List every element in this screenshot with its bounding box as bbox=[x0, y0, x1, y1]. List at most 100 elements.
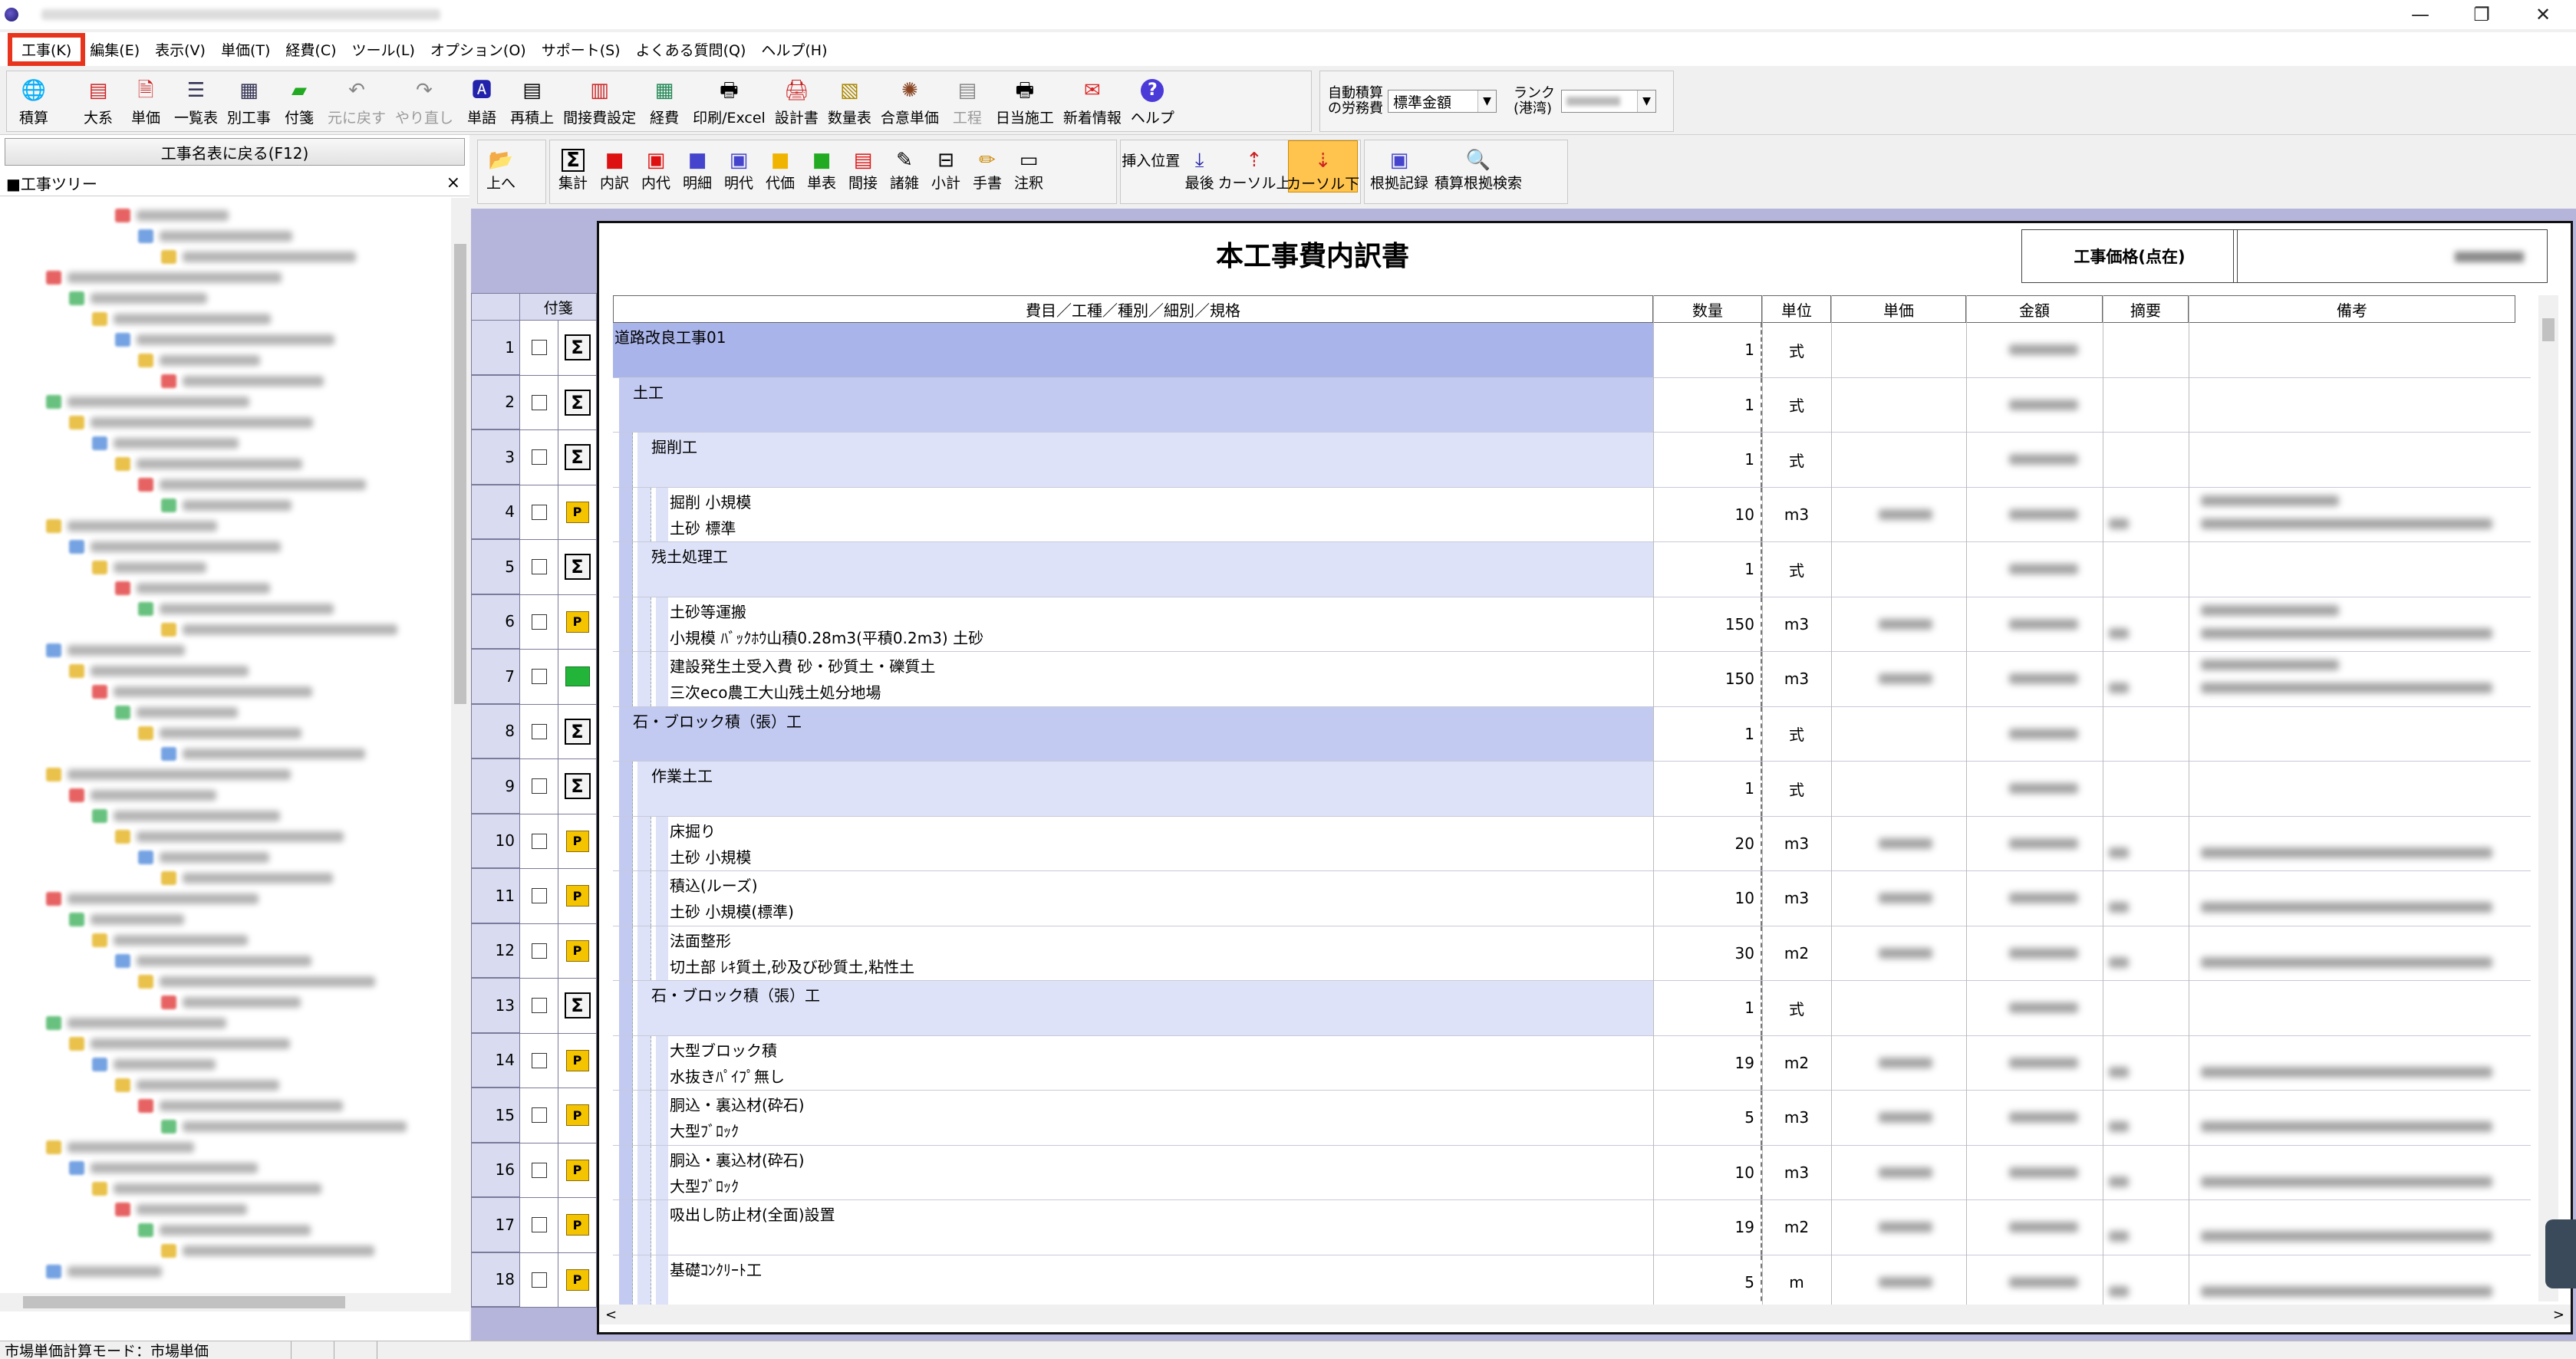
item-name-cell[interactable]: 床掘り 土砂 小規模 bbox=[668, 816, 1653, 870]
quantity-cell[interactable]: 10 bbox=[1653, 1145, 1762, 1199]
sticky-checkbox[interactable] bbox=[520, 923, 558, 978]
unit-cell[interactable]: m2 bbox=[1762, 1036, 1831, 1091]
quantity-cell[interactable]: 1 bbox=[1653, 542, 1762, 597]
tree-item[interactable] bbox=[69, 785, 216, 805]
item-name-cell[interactable]: 法面整形 切土部 ﾚｷ質土,砂及び砂質土,粘性土 bbox=[668, 926, 1653, 980]
menu-edit[interactable]: 編集(E) bbox=[82, 39, 147, 60]
tree-item[interactable] bbox=[115, 206, 229, 225]
sticky-checkbox[interactable] bbox=[520, 430, 558, 485]
quantity-cell[interactable]: 1 bbox=[1653, 433, 1762, 487]
table-row[interactable]: 道路改良工事01 1 式 bbox=[613, 323, 2531, 378]
row-type-cell[interactable]: P bbox=[558, 923, 597, 978]
row-header[interactable]: 5Σ bbox=[471, 540, 597, 595]
row-header[interactable]: 14 P bbox=[471, 1033, 597, 1088]
unit-cell[interactable]: m3 bbox=[1762, 652, 1831, 706]
auto-labor-select[interactable]: 標準金額 ▼ bbox=[1388, 90, 1497, 113]
tree-item[interactable] bbox=[138, 1220, 311, 1240]
indirect-button[interactable]: ▤ 間接 bbox=[842, 140, 884, 191]
tree-item[interactable] bbox=[161, 247, 356, 267]
internal-substitute-button[interactable]: ▣ 内代 bbox=[635, 140, 677, 191]
tree-item[interactable] bbox=[138, 599, 334, 619]
sticky-checkbox[interactable] bbox=[520, 1143, 558, 1197]
estimate-button[interactable]: 🌐 積算 bbox=[10, 71, 58, 127]
row-type-cell[interactable]: Σ bbox=[558, 979, 597, 1033]
tree-item[interactable] bbox=[115, 703, 238, 722]
row-header[interactable]: 13 Σ bbox=[471, 979, 597, 1034]
quantity-cell[interactable]: 1 bbox=[1653, 377, 1762, 432]
schedule-button[interactable]: ▤ 工程 bbox=[944, 71, 991, 127]
tree-item[interactable] bbox=[92, 1179, 321, 1199]
row-header[interactable]: 15 P bbox=[471, 1088, 597, 1143]
table-row[interactable]: 掘削工 1 式 bbox=[613, 433, 2531, 488]
basis-search-button[interactable]: 🔍 積算根拠検索 bbox=[1431, 140, 1525, 191]
tree-item[interactable] bbox=[138, 1096, 343, 1116]
scroll-thumb[interactable] bbox=[454, 244, 466, 704]
table-row[interactable]: 吸出し防止材(全面)設置 19 m2 bbox=[613, 1200, 2531, 1255]
table-row[interactable]: 基礎ｺﾝｸﾘｰﾄ工 5 m bbox=[613, 1255, 2531, 1310]
tree-horizontal-scrollbar[interactable] bbox=[0, 1293, 451, 1311]
tree-item[interactable] bbox=[46, 640, 185, 660]
last-button[interactable]: ⤓ 最後 bbox=[1179, 140, 1220, 192]
table-row[interactable]: 大型ブロック積 水抜きﾊﾟｲﾌﾟ無し 19 m2 bbox=[613, 1035, 2531, 1091]
sticky-checkbox[interactable] bbox=[520, 375, 558, 429]
quantity-cell[interactable]: 5 bbox=[1653, 1091, 1762, 1145]
item-name-cell[interactable]: 石・ブロック積（張）工 bbox=[631, 706, 1653, 761]
tree-item[interactable] bbox=[138, 475, 366, 495]
memo-button[interactable]: ▭ 注釈 bbox=[1008, 140, 1049, 191]
other-work-button[interactable]: ▦ 別工事 bbox=[222, 71, 275, 127]
scroll-thumb[interactable] bbox=[2542, 318, 2555, 341]
basis-record-button[interactable]: ▣ 根拠記録 bbox=[1367, 140, 1431, 191]
print-button[interactable]: 🖶 印刷/Excel bbox=[688, 71, 770, 127]
row-type-cell[interactable]: Σ bbox=[558, 704, 597, 758]
sticky-checkbox[interactable] bbox=[520, 594, 558, 649]
detail-button[interactable]: ■ 明細 bbox=[677, 140, 718, 191]
row-type-cell[interactable]: P bbox=[558, 594, 597, 649]
unit-cell[interactable]: 式 bbox=[1762, 378, 1831, 433]
back-to-project-list-button[interactable]: 工事名表に戻る(F12) bbox=[5, 138, 465, 166]
tree-item[interactable] bbox=[46, 1137, 194, 1157]
project-tree[interactable] bbox=[0, 198, 451, 1293]
column-header[interactable]: 金額 bbox=[1966, 295, 2103, 323]
table-row[interactable]: 残土処理工 1 式 bbox=[613, 542, 2531, 597]
redo-button[interactable]: ↷ やり直し bbox=[390, 71, 458, 127]
tree-vertical-scrollbar[interactable] bbox=[451, 198, 469, 1293]
quantity-cell[interactable]: 5 bbox=[1653, 1255, 1762, 1309]
row-header[interactable]: 12 P bbox=[471, 923, 597, 979]
sticky-checkbox[interactable] bbox=[520, 540, 558, 594]
quantity-cell[interactable]: 19 bbox=[1653, 1035, 1762, 1090]
column-header[interactable]: 備考 bbox=[2189, 295, 2515, 323]
minimize-button[interactable]: — bbox=[2396, 0, 2444, 29]
tree-item[interactable] bbox=[161, 868, 333, 888]
tree-item[interactable] bbox=[161, 992, 301, 1012]
quantity-cell[interactable]: 20 bbox=[1653, 816, 1762, 870]
subtotal-button[interactable]: ⊟ 小計 bbox=[925, 140, 967, 191]
handwrite-button[interactable]: ✏ 手書 bbox=[967, 140, 1008, 191]
tree-item[interactable] bbox=[138, 723, 301, 743]
tree-item[interactable] bbox=[161, 495, 292, 515]
row-header[interactable]: 18 P bbox=[471, 1252, 597, 1308]
tree-item[interactable] bbox=[46, 1013, 226, 1033]
row-type-cell[interactable]: Σ bbox=[558, 321, 597, 375]
tree-item[interactable] bbox=[115, 1075, 279, 1095]
row-type-cell[interactable]: P bbox=[558, 1143, 597, 1197]
cost-button[interactable]: ■ 代価 bbox=[759, 140, 801, 191]
item-name-cell[interactable]: 掘削工 bbox=[650, 433, 1653, 487]
sticky-checkbox[interactable] bbox=[520, 979, 558, 1033]
tree-item[interactable] bbox=[92, 309, 271, 329]
item-name-cell[interactable]: 掘削 小規模 土砂 標準 bbox=[668, 487, 1653, 541]
item-name-cell[interactable]: 基礎ｺﾝｸﾘｰﾄ工 bbox=[668, 1255, 1653, 1309]
table-row[interactable]: 法面整形 切土部 ﾚｷ質土,砂及び砂質土,粘性土 30 m2 bbox=[613, 926, 2531, 981]
row-type-cell[interactable]: P bbox=[558, 1198, 597, 1252]
sticky-checkbox[interactable] bbox=[520, 1088, 558, 1143]
unit-table-button[interactable]: ■ 単表 bbox=[801, 140, 842, 191]
quantity-cell[interactable]: 10 bbox=[1653, 487, 1762, 541]
unit-cell[interactable]: m2 bbox=[1762, 926, 1831, 981]
tree-item[interactable] bbox=[161, 1241, 374, 1261]
unit-cell[interactable]: m3 bbox=[1762, 1091, 1831, 1145]
tree-item[interactable] bbox=[115, 330, 334, 350]
menu-view[interactable]: 表示(V) bbox=[147, 39, 213, 60]
menu-help[interactable]: ヘルプ(H) bbox=[753, 39, 835, 60]
rank-select[interactable]: ▼ bbox=[1561, 90, 1656, 113]
sticky-checkbox[interactable] bbox=[520, 759, 558, 814]
unit-cell[interactable]: 式 bbox=[1762, 707, 1831, 762]
